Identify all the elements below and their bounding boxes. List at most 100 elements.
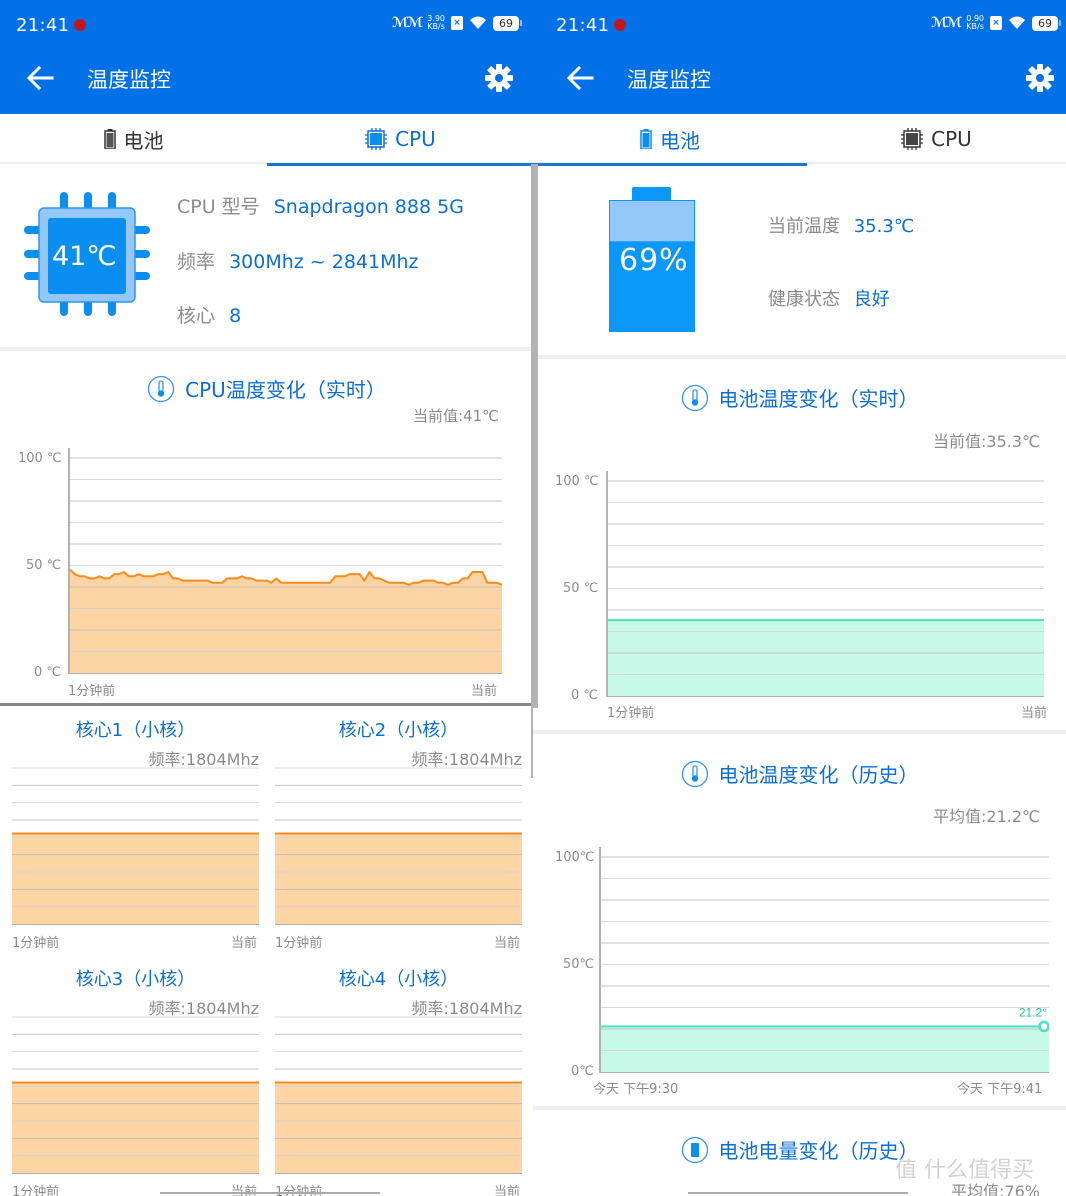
battery-icon: [103, 129, 116, 149]
status-time: 21:41: [16, 15, 70, 36]
area-fill: [275, 1082, 522, 1173]
x-start-label: 1分钟前: [12, 936, 60, 951]
battery-average-value: 平均值:21.2℃: [933, 807, 1040, 826]
tab-cpu[interactable]: CPU: [267, 114, 533, 166]
section-divider: [533, 1106, 1066, 1110]
speed-unit: KB/s: [966, 22, 984, 31]
active-tab-indicator: [267, 163, 533, 166]
y-tick-50: 50 ℃: [563, 581, 599, 596]
y-tick-100: 100 ℃: [555, 474, 599, 489]
status-time: 21:41: [556, 15, 610, 36]
active-tab-indicator: [533, 163, 807, 166]
y-tick-0: 0℃: [571, 1064, 594, 1079]
core-title: 核心4（小核）: [338, 969, 459, 990]
wifi-icon: [1009, 16, 1025, 29]
x-start-label: 1分钟前: [68, 684, 116, 699]
app-bar: 21:41 ℳℳ 0.90 KB/s × 69 温度监控: [533, 0, 1066, 114]
core-title: 核心1（小核）: [75, 720, 196, 741]
core-temperature-chart: [12, 1016, 259, 1174]
chart-title-text: 电池温度变化（历史）: [718, 763, 919, 787]
network-speed: 3.90 KB/s: [427, 15, 445, 31]
cpu-chart-title: CPU温度变化（实时）: [0, 374, 533, 403]
wifi-icon: [470, 16, 486, 29]
tab-bar: 电池 CPU: [533, 114, 1066, 166]
home-indicator: [688, 1192, 908, 1194]
x-end-label: 当前: [471, 684, 498, 699]
network-speed: 0.90 KB/s: [966, 15, 984, 31]
area-fill: [275, 833, 522, 924]
page-title: 温度监控: [87, 68, 171, 92]
tab-label: 电池: [660, 128, 700, 153]
x-end-label: 当前: [494, 1185, 521, 1196]
battery-realtime-chart: [606, 471, 1044, 697]
cpu-cores-row: 核心 8: [177, 301, 241, 328]
data-label: 21.2°: [1019, 1005, 1047, 1019]
tab-label: 电池: [123, 128, 164, 153]
area-fill: [601, 1026, 1049, 1072]
tab-cpu[interactable]: CPU: [807, 114, 1066, 164]
status-icons: ℳℳ 0.90 KB/s × 69: [931, 15, 1061, 31]
nfc-icon: ×: [451, 16, 463, 30]
battery-health-value: 良好: [853, 289, 890, 310]
battery-icon: [640, 129, 652, 149]
core-temperature-chart: [12, 767, 259, 925]
x-start-label: 1分钟前: [607, 706, 655, 721]
chart-title-text: 电池温度变化（实时）: [718, 387, 919, 411]
area-fill: [12, 833, 259, 924]
thermometer-icon: [148, 375, 175, 402]
home-indicator: [160, 1192, 380, 1194]
battery-realtime-title: 电池温度变化（实时）: [533, 383, 1066, 412]
core-temperature-chart: [275, 1016, 522, 1174]
notification-icon: [74, 19, 86, 31]
signal-icon: ℳℳ: [931, 15, 962, 31]
area-fill: [12, 1082, 259, 1173]
core-temperature-chart: [275, 767, 522, 925]
tab-label: CPU: [931, 127, 972, 151]
back-arrow-icon[interactable]: [564, 62, 596, 94]
x-end-label: 当前: [231, 936, 258, 951]
y-tick-0: 0 ℃: [34, 665, 62, 680]
app-bar: 21:41 ℳℳ 3.90 KB/s × 69 温度监控: [0, 0, 533, 114]
cpu-current-value: 当前值:41℃: [413, 407, 499, 425]
speed-unit: KB/s: [427, 22, 445, 31]
x-end-label: 当前: [1021, 706, 1048, 721]
tab-battery[interactable]: 电池: [0, 114, 267, 164]
battery-temp-row: 当前温度 35.3℃: [768, 212, 914, 238]
y-tick-100: 100℃: [555, 850, 595, 865]
page-title: 温度监控: [627, 68, 711, 92]
nfc-icon: ×: [990, 16, 1002, 30]
watermark: 值 什么值得买: [895, 1158, 1034, 1183]
section-divider: [533, 355, 1066, 359]
battery-history-chart: 21.2°: [599, 847, 1049, 1073]
cpu-model-label: CPU 型号: [177, 196, 260, 218]
cores-value: 8: [229, 305, 242, 327]
gear-icon[interactable]: [1024, 62, 1056, 94]
section-divider: [0, 347, 533, 351]
tab-battery[interactable]: 电池: [533, 114, 807, 166]
battery-screen: 21:41 ℳℳ 0.90 KB/s × 69 温度监控 电池 CPU 69% …: [533, 0, 1066, 1196]
cpu-model-row: CPU 型号 Snapdragon 888 5G: [177, 192, 464, 219]
chart-title-text: 电池电量变化（历史）: [718, 1139, 919, 1163]
tab-bar: 电池 CPU: [0, 114, 533, 166]
x-start-label: 1分钟前: [12, 1185, 60, 1196]
battery-health-label: 健康状态: [768, 289, 840, 310]
core-title: 核心3（小核）: [75, 969, 196, 990]
cpu-temperature-chart: [68, 448, 502, 674]
thermometer-icon: [681, 384, 708, 411]
thermometer-icon: [681, 760, 708, 787]
cores-label: 核心: [177, 305, 216, 327]
battery-temp-label: 当前温度: [768, 216, 840, 237]
x-start-label: 1分钟前: [275, 936, 323, 951]
cpu-chip-icon: [365, 128, 388, 150]
status-icons: ℳℳ 3.90 KB/s × 69: [392, 15, 522, 31]
y-tick-100: 100 ℃: [18, 451, 62, 466]
battery-status: 69: [493, 15, 522, 31]
frequency-label: 频率: [177, 251, 216, 273]
gear-icon[interactable]: [483, 62, 515, 94]
battery-status: 69: [1032, 15, 1061, 31]
back-arrow-icon[interactable]: [24, 62, 56, 94]
battery-temp-value: 35.3℃: [853, 216, 915, 237]
chip-temperature: 41℃: [52, 241, 117, 272]
scrollbar[interactable]: [533, 164, 538, 708]
data-point: [1038, 1020, 1049, 1033]
